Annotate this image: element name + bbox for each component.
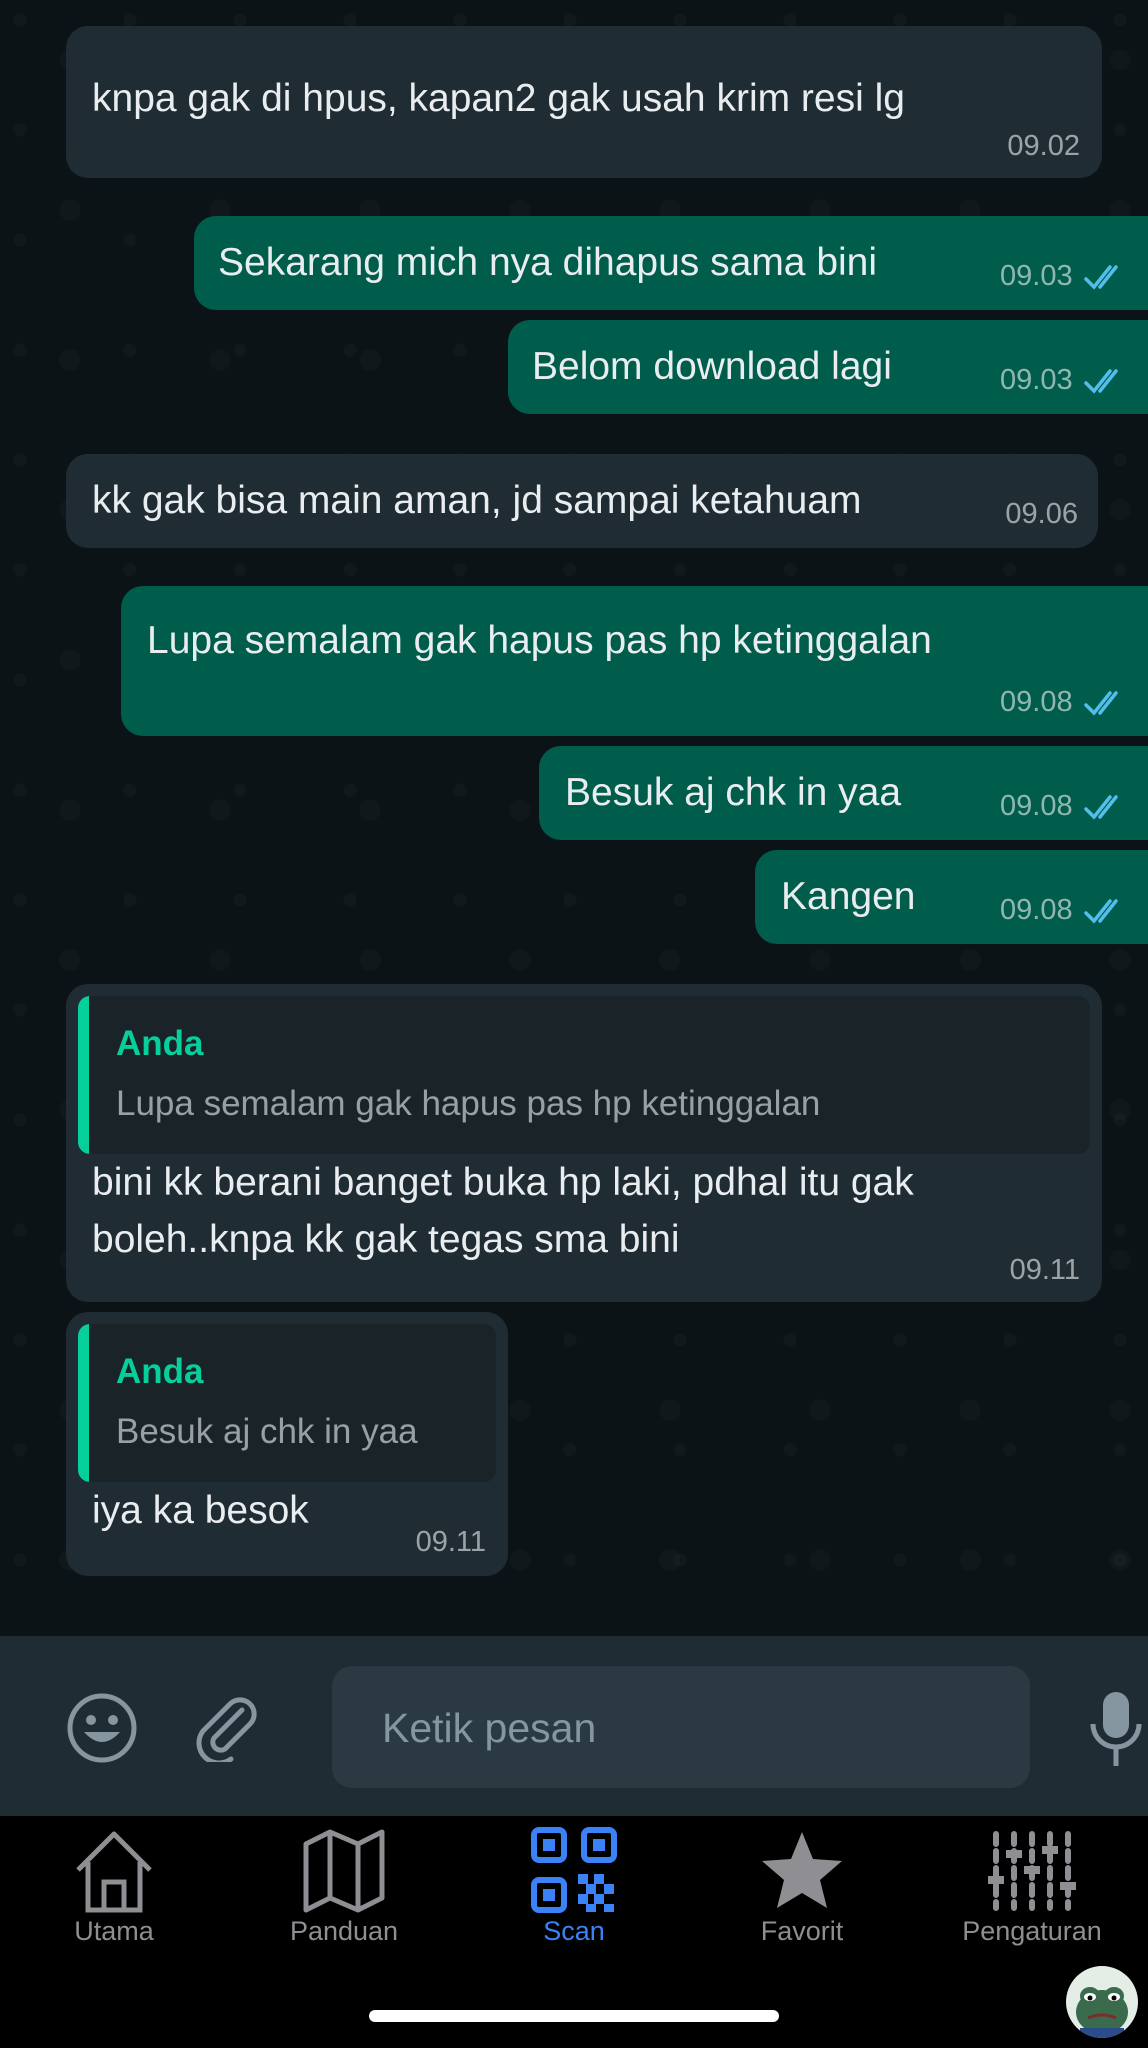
message-input[interactable] [380, 1666, 1004, 1790]
tab-label: Scan [543, 1916, 605, 1946]
tab-label: Favorit [760, 1916, 844, 1946]
message-time: 09.08 [1000, 790, 1073, 822]
message-text: kk gak bisa main aman, jd sampai ketahua… [92, 479, 862, 522]
quoted-author: Anda [116, 1024, 204, 1063]
outgoing-message[interactable]: Belom download lagi 09.03 [508, 320, 1148, 414]
read-receipt-icon [1083, 264, 1118, 290]
frog-avatar-icon [1076, 1987, 1128, 2038]
qr-code-icon [531, 1827, 617, 1913]
quoted-text: Lupa semalam gak hapus pas hp ketinggala… [116, 1084, 821, 1123]
tab-panduan[interactable]: Panduan [244, 1826, 444, 1976]
outgoing-message[interactable]: Kangen 09.08 [755, 850, 1148, 944]
message-text: Lupa semalam gak hapus pas hp ketinggala… [147, 619, 932, 662]
tab-pengaturan[interactable]: Pengaturan [932, 1826, 1132, 1976]
map-icon [303, 1829, 385, 1913]
incoming-message[interactable]: kk gak bisa main aman, jd sampai ketahua… [66, 454, 1098, 548]
quote-accent-bar [78, 1324, 89, 1482]
message-text-line: boleh..knpa kk gak tegas sma bini [92, 1218, 680, 1261]
message-input-box[interactable] [332, 1666, 1030, 1790]
read-receipt-icon [1083, 794, 1118, 820]
message-text: iya ka besok [92, 1489, 309, 1532]
quoted-message[interactable]: Anda Lupa semalam gak hapus pas hp ketin… [78, 996, 1090, 1154]
read-receipt-icon [1083, 368, 1118, 394]
avatar[interactable] [1066, 1966, 1138, 2038]
message-time: 09.02 [1007, 130, 1080, 162]
tab-label: Pengaturan [962, 1916, 1102, 1946]
incoming-message[interactable]: knpa gak di hpus, kapan2 gak usah krim r… [66, 26, 1102, 178]
outgoing-message[interactable]: Sekarang mich nya dihapus sama bini 09.0… [194, 216, 1148, 310]
message-time: 09.11 [415, 1526, 486, 1558]
star-icon [762, 1832, 842, 1908]
read-receipt-icon [1083, 690, 1118, 716]
paperclip-icon[interactable] [190, 1692, 260, 1762]
message-composer [0, 1636, 1148, 1816]
home-indicator[interactable] [369, 2010, 779, 2022]
outgoing-message[interactable]: Lupa semalam gak hapus pas hp ketinggala… [121, 586, 1148, 736]
outgoing-message[interactable]: Besuk aj chk in yaa 09.08 [539, 746, 1148, 840]
message-time: 09.11 [1009, 1254, 1080, 1286]
incoming-reply-message[interactable]: Anda Besuk aj chk in yaa iya ka besok 09… [66, 1312, 508, 1576]
message-time: 09.03 [1000, 364, 1073, 396]
message-text: Besuk aj chk in yaa [565, 771, 902, 814]
incoming-reply-message[interactable]: Anda Lupa semalam gak hapus pas hp ketin… [66, 984, 1102, 1302]
tab-scan[interactable]: Scan [474, 1826, 674, 1976]
chat-area[interactable]: knpa gak di hpus, kapan2 gak usah krim r… [0, 0, 1148, 1636]
quoted-message[interactable]: Anda Besuk aj chk in yaa [78, 1324, 496, 1482]
tab-label: Panduan [289, 1916, 399, 1946]
tab-utama[interactable]: Utama [14, 1826, 214, 1976]
microphone-icon[interactable] [1086, 1690, 1146, 1770]
sliders-icon [988, 1831, 1076, 1911]
message-text: Sekarang mich nya dihapus sama bini [218, 241, 878, 284]
message-text: Belom download lagi [532, 345, 892, 388]
home-icon [76, 1831, 152, 1913]
message-time: 09.08 [1000, 894, 1073, 926]
tab-favorit[interactable]: Favorit [702, 1826, 902, 1976]
emoji-icon[interactable] [66, 1692, 138, 1764]
quoted-author: Anda [116, 1352, 204, 1391]
message-text: Kangen [781, 875, 916, 918]
message-time: 09.08 [1000, 686, 1073, 718]
quote-accent-bar [78, 996, 89, 1154]
message-text-line: bini kk berani banget buka hp laki, pdha… [92, 1161, 914, 1204]
read-receipt-icon [1083, 898, 1118, 924]
tab-label: Utama [74, 1916, 154, 1946]
message-time: 09.06 [1005, 498, 1078, 530]
message-time: 09.03 [1000, 260, 1073, 292]
quoted-text: Besuk aj chk in yaa [116, 1412, 418, 1451]
message-text: knpa gak di hpus, kapan2 gak usah krim r… [92, 77, 905, 120]
